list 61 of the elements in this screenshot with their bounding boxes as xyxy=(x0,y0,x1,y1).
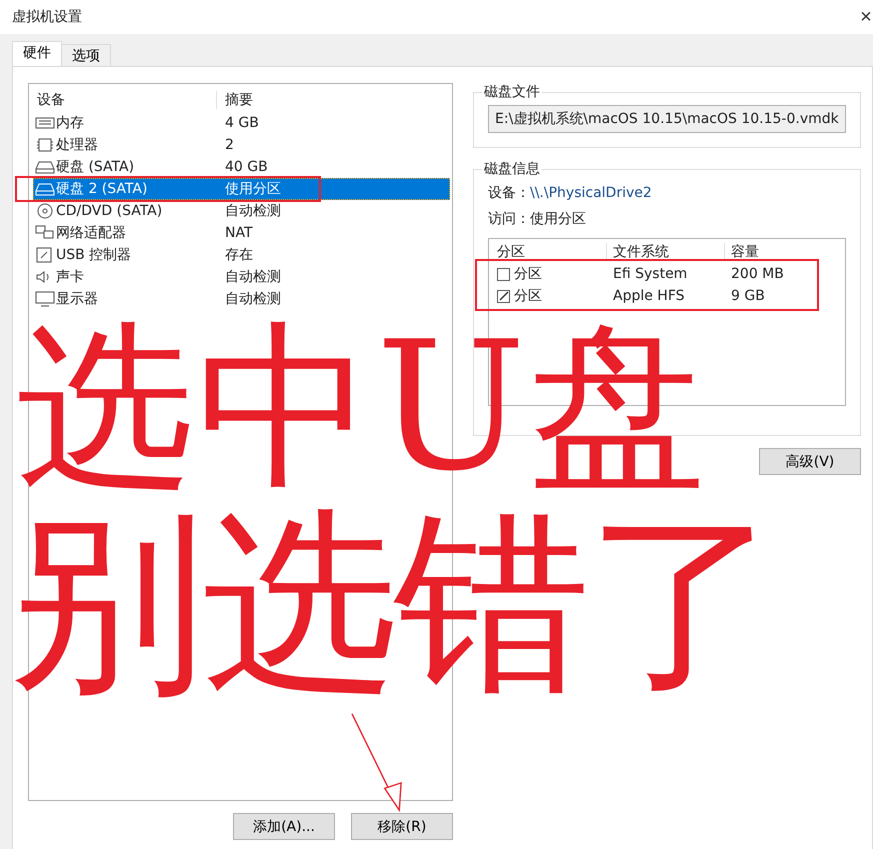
device-name: 内存 xyxy=(56,114,84,132)
device-row[interactable]: 硬盘 (SATA) 40 GB xyxy=(33,156,450,178)
access-label: 访问： xyxy=(488,210,530,228)
annotation-text: 选中U盘 xyxy=(16,314,708,501)
device-row[interactable]: 硬盘 2 (SATA) 使用分区 xyxy=(33,178,450,200)
tab[interactable]: 选项 xyxy=(61,44,111,66)
capacity: 200 MB xyxy=(730,266,784,282)
disk-file-field[interactable]: E:\虚拟机系统\macOS 10.15\macOS 10.15-0.vmdk xyxy=(488,105,846,133)
device-name: 硬盘 2 (SATA) xyxy=(56,180,148,198)
device-name: 处理器 xyxy=(56,136,98,154)
column-header: 设备 xyxy=(33,91,217,109)
disc-icon xyxy=(35,203,55,219)
device-summary: 40 GB xyxy=(224,159,268,175)
checkbox[interactable] xyxy=(497,290,510,302)
column-header: 分区 xyxy=(489,243,607,261)
group-title: 磁盘信息 xyxy=(483,160,541,178)
checkbox[interactable] xyxy=(497,268,510,280)
device-name: USB 控制器 xyxy=(56,246,132,264)
device-name: CD/DVD (SATA) xyxy=(56,203,162,219)
network-icon xyxy=(35,225,55,241)
tab[interactable]: 硬件 xyxy=(12,41,62,66)
memory-icon xyxy=(35,115,55,131)
device-summary: 自动检测 xyxy=(224,268,281,286)
capacity: 9 GB xyxy=(730,288,765,304)
monitor-icon xyxy=(35,291,55,307)
device-row[interactable]: USB 控制器 存在 xyxy=(33,244,450,266)
device-summary: 存在 xyxy=(224,246,253,264)
group-title: 磁盘文件 xyxy=(483,83,541,101)
device-row[interactable]: 显示器 自动检测 xyxy=(33,288,450,310)
device-name: 硬盘 (SATA) xyxy=(56,158,134,176)
device-name: 声卡 xyxy=(56,268,84,286)
advanced-button[interactable]: 高级(V) xyxy=(759,448,861,475)
device-row[interactable]: CD/DVD (SATA) 自动检测 xyxy=(33,200,450,222)
device-summary: 自动检测 xyxy=(224,202,281,220)
device-label: 设备： xyxy=(488,184,530,202)
device-row[interactable]: 内存 4 GB xyxy=(33,112,450,134)
column-header: 容量 xyxy=(730,243,759,261)
file-system: Efi System xyxy=(612,266,688,282)
access-value: 使用分区 xyxy=(530,210,586,228)
device-name: 网络适配器 xyxy=(56,224,126,242)
close-button[interactable]: × xyxy=(859,6,873,28)
column-header: 文件系统 xyxy=(607,243,725,261)
device-row[interactable]: 声卡 自动检测 xyxy=(33,266,450,288)
partition-name: 分区 xyxy=(514,265,542,283)
annotation-text: 别选错了 xyxy=(10,500,778,707)
device-name: 显示器 xyxy=(56,290,98,308)
file-system: Apple HFS xyxy=(612,288,686,304)
device-row[interactable]: 网络适配器 NAT xyxy=(33,222,450,244)
device-summary: 使用分区 xyxy=(224,180,281,198)
device-summary: NAT xyxy=(224,225,253,241)
device-path: \\.\PhysicalDrive2 xyxy=(530,185,652,201)
chip-icon xyxy=(35,137,55,153)
dialog-button[interactable]: 移除(R) xyxy=(351,813,453,840)
dialog-button[interactable]: 添加(A)... xyxy=(233,813,335,840)
column-header: 摘要 xyxy=(224,91,253,109)
device-summary: 4 GB xyxy=(224,115,259,131)
device-summary: 2 xyxy=(224,137,234,153)
partition-name: 分区 xyxy=(514,287,542,305)
device-summary: 自动检测 xyxy=(224,290,281,308)
window-title: 虚拟机设置 xyxy=(12,8,82,26)
device-row[interactable]: 处理器 2 xyxy=(33,134,450,156)
